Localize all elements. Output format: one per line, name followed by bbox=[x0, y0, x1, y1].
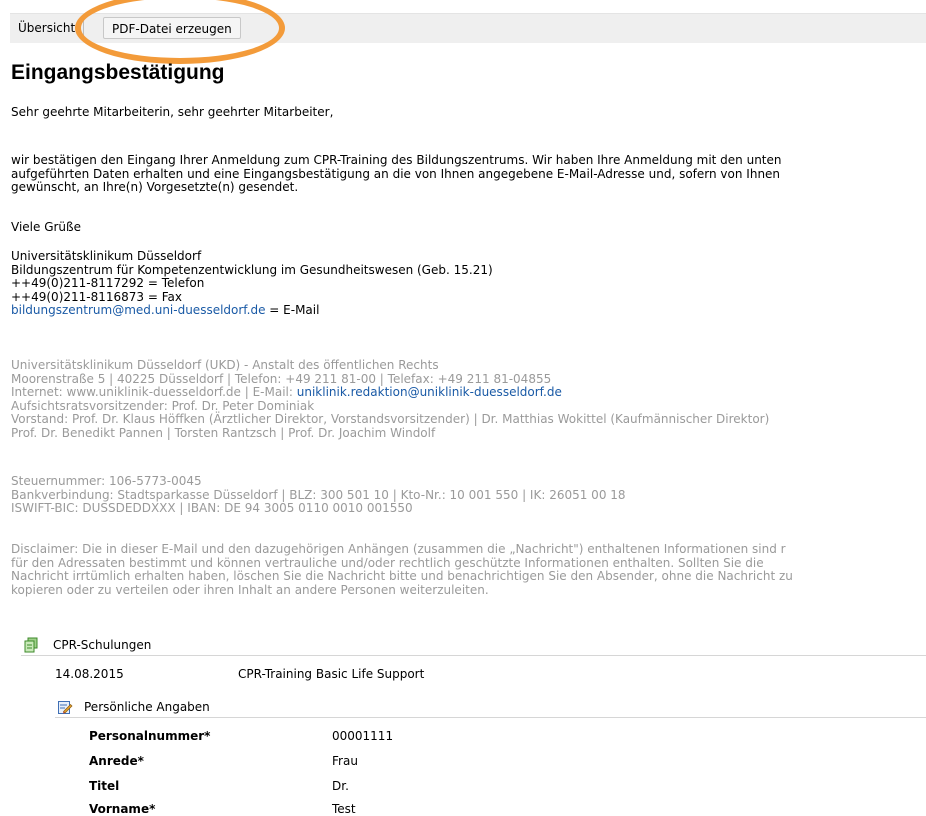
field-label: Titel bbox=[89, 779, 120, 793]
field-label: Personalnummer* bbox=[89, 729, 211, 743]
section-persoenliche-angaben: Persönliche Angaben bbox=[55, 697, 926, 718]
documents-icon bbox=[24, 637, 38, 653]
signature-block: Universitätsklinikum Düsseldorf Bildungs… bbox=[11, 249, 926, 318]
field-value: 00001111 bbox=[332, 729, 394, 743]
disclaimer-line: für den Adressaten bestimmt und können v… bbox=[11, 555, 764, 570]
section-label: Persönliche Angaben bbox=[84, 700, 210, 714]
body-text: wir bestätigen den Eingang Ihrer Anmeldu… bbox=[11, 153, 926, 195]
signature-phone: ++49(0)211-8117292 = Telefon bbox=[11, 276, 205, 291]
signature-fax: ++49(0)211-8116873 = Fax bbox=[11, 289, 182, 304]
course-date: 14.08.2015 bbox=[55, 667, 124, 681]
toolbar: Übersicht PDF-Datei erzeugen bbox=[10, 13, 926, 43]
field-value: Frau bbox=[332, 754, 358, 768]
footer-line: Internet: www.uniklinik-duesseldorf.de |… bbox=[11, 385, 926, 400]
overview-button[interactable]: Übersicht bbox=[10, 17, 85, 39]
footer-email-link[interactable]: uniklinik.redaktion@uniklinik-duesseldor… bbox=[297, 385, 562, 399]
footer-bank: Steuernummer: 106-5773-0045 Bankverbindu… bbox=[11, 474, 926, 516]
course-title: CPR-Training Basic Life Support bbox=[238, 667, 425, 681]
closing-text: Viele Grüße bbox=[11, 220, 81, 234]
footer-line: Prof. Dr. Benedikt Pannen | Torsten Rant… bbox=[11, 425, 436, 440]
signature-email-line: bildungszentrum@med.uni-duesseldorf.de =… bbox=[11, 304, 926, 318]
footer-line: ISWIFT-BIC: DUSSDEDDXXX | IBAN: DE 94 30… bbox=[11, 501, 413, 516]
edit-form-icon bbox=[58, 701, 73, 714]
body-line: gewünscht, an Ihre(n) Vorgesetzte(n) ges… bbox=[11, 180, 299, 195]
footer-disclaimer: Disclaimer: Die in dieser E-Mail und den… bbox=[11, 542, 926, 597]
signature-dept: Bildungszentrum für Kompetenzentwicklung… bbox=[11, 262, 493, 277]
disclaimer-line: Disclaimer: Die in dieser E-Mail und den… bbox=[11, 542, 786, 556]
footer-legal: Universitätsklinikum Düsseldorf (UKD) - … bbox=[11, 358, 926, 441]
footer-line: Vorstand: Prof. Dr. Klaus Höffken (Ärztl… bbox=[11, 412, 770, 427]
footer-line: Steuernummer: 106-5773-0045 bbox=[11, 474, 202, 488]
disclaimer-line: Nachricht irrtümlich erhalten haben, lös… bbox=[11, 569, 793, 584]
disclaimer-line: kopieren oder zu verteilen oder ihren In… bbox=[11, 582, 489, 597]
pdf-export-button[interactable]: PDF-Datei erzeugen bbox=[103, 17, 241, 39]
section-label: CPR-Schulungen bbox=[53, 638, 152, 652]
footer-line: Bankverbindung: Stadtsparkasse Düsseldor… bbox=[11, 487, 626, 502]
signature-email-suffix: = E-Mail bbox=[265, 303, 320, 318]
field-value: Dr. bbox=[332, 779, 349, 793]
body-line: wir bestätigen den Eingang Ihrer Anmeldu… bbox=[11, 153, 782, 167]
field-label: Anrede* bbox=[89, 754, 144, 768]
section-cpr-schulungen: CPR-Schulungen bbox=[21, 635, 926, 656]
signature-org: Universitätsklinikum Düsseldorf bbox=[11, 249, 202, 263]
field-value: Test bbox=[332, 802, 356, 816]
footer-line: Universitätsklinikum Düsseldorf (UKD) - … bbox=[11, 358, 439, 372]
footer-internet-text: Internet: www.uniklinik-duesseldorf.de |… bbox=[11, 385, 297, 400]
body-line: aufgeführten Daten erhalten und eine Ein… bbox=[11, 166, 781, 181]
field-label: Vorname* bbox=[89, 802, 156, 816]
page-title: Eingangsbestätigung bbox=[11, 61, 225, 84]
signature-email-link[interactable]: bildungszentrum@med.uni-duesseldorf.de bbox=[11, 303, 265, 318]
greeting-text: Sehr geehrte Mitarbeiterin, sehr geehrte… bbox=[11, 105, 334, 119]
footer-line: Moorenstraße 5 | 40225 Düsseldorf | Tele… bbox=[11, 371, 552, 386]
